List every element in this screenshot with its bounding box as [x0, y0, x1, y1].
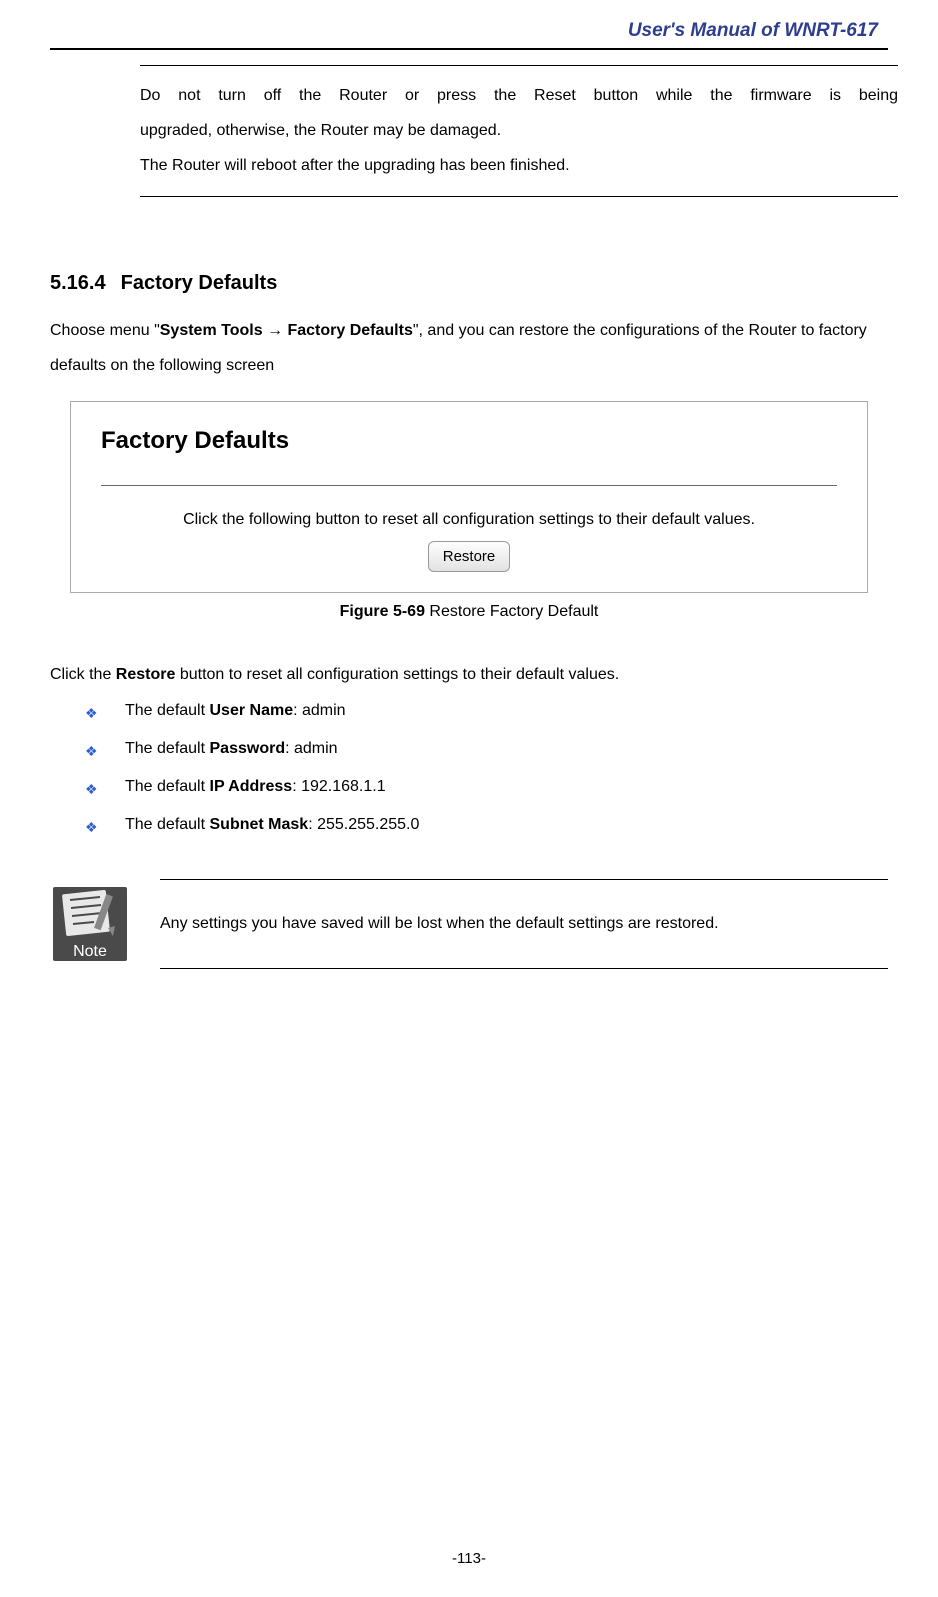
note-text: Any settings you have saved will be lost… [160, 915, 719, 932]
defaults-list: ❖ The default User Name: admin ❖ The def… [50, 702, 888, 834]
item-suffix: : admin [293, 702, 345, 719]
restore-instr-prefix: Click the [50, 666, 116, 683]
item-suffix: : 192.168.1.1 [292, 778, 385, 795]
note-block: Note Any settings you have saved will be… [50, 879, 888, 969]
restore-instr-suffix: button to reset all configuration settin… [175, 666, 619, 683]
intro-prefix: Choose menu " [50, 322, 160, 339]
list-item: ❖ The default IP Address: 192.168.1.1 [85, 778, 888, 796]
item-bold: IP Address [210, 778, 293, 795]
figure-title: Factory Defaults [101, 427, 837, 455]
figure-caption-number: Figure 5-69 [340, 603, 425, 620]
item-prefix: The default [125, 740, 210, 757]
section-title: Factory Defaults [121, 272, 278, 294]
item-bold: Subnet Mask [210, 816, 309, 833]
figure-description: Click the following button to reset all … [101, 511, 837, 529]
item-prefix: The default [125, 816, 210, 833]
manual-header-title: User's Manual of WNRT-617 [50, 20, 888, 50]
bullet-icon: ❖ [85, 705, 98, 722]
item-prefix: The default [125, 702, 210, 719]
bullet-icon: ❖ [85, 781, 98, 798]
item-suffix: : 255.255.255.0 [308, 816, 419, 833]
page-number: -113- [0, 1550, 938, 1567]
warning-line-3: The Router will reboot after the upgradi… [140, 148, 898, 183]
list-item: ❖ The default Password: admin [85, 740, 888, 758]
intro-paragraph: Choose menu "System Tools → Factory Defa… [50, 313, 888, 383]
bullet-icon: ❖ [85, 743, 98, 760]
item-suffix: : admin [285, 740, 337, 757]
warning-line-2: upgraded, otherwise, the Router may be d… [140, 113, 898, 148]
list-item: ❖ The default Subnet Mask: 255.255.255.0 [85, 816, 888, 834]
item-bold: Password [210, 740, 286, 757]
item-prefix: The default [125, 778, 210, 795]
figure-caption-text: Restore Factory Default [425, 603, 598, 620]
restore-instruction: Click the Restore button to reset all co… [50, 666, 888, 684]
svg-text:Note: Note [73, 943, 107, 960]
note-content: Any settings you have saved will be lost… [160, 879, 888, 969]
item-bold: User Name [210, 702, 294, 719]
section-number: 5.16.4 [50, 272, 106, 294]
figure-divider [101, 485, 837, 486]
factory-defaults-figure: Factory Defaults Click the following but… [70, 401, 868, 593]
figure-caption: Figure 5-69 Restore Factory Default [50, 603, 888, 621]
restore-button[interactable]: Restore [428, 541, 511, 572]
list-item: ❖ The default User Name: admin [85, 702, 888, 720]
bullet-icon: ❖ [85, 819, 98, 836]
note-icon: Note [50, 879, 130, 969]
restore-instr-bold: Restore [116, 666, 176, 683]
section-heading: 5.16.4 Factory Defaults [50, 272, 888, 295]
warning-line-1: Do not turn off the Router or press the … [140, 78, 898, 113]
firmware-warning-box: Do not turn off the Router or press the … [140, 65, 898, 197]
intro-menu-path: System Tools → Factory Defaults [160, 322, 413, 339]
